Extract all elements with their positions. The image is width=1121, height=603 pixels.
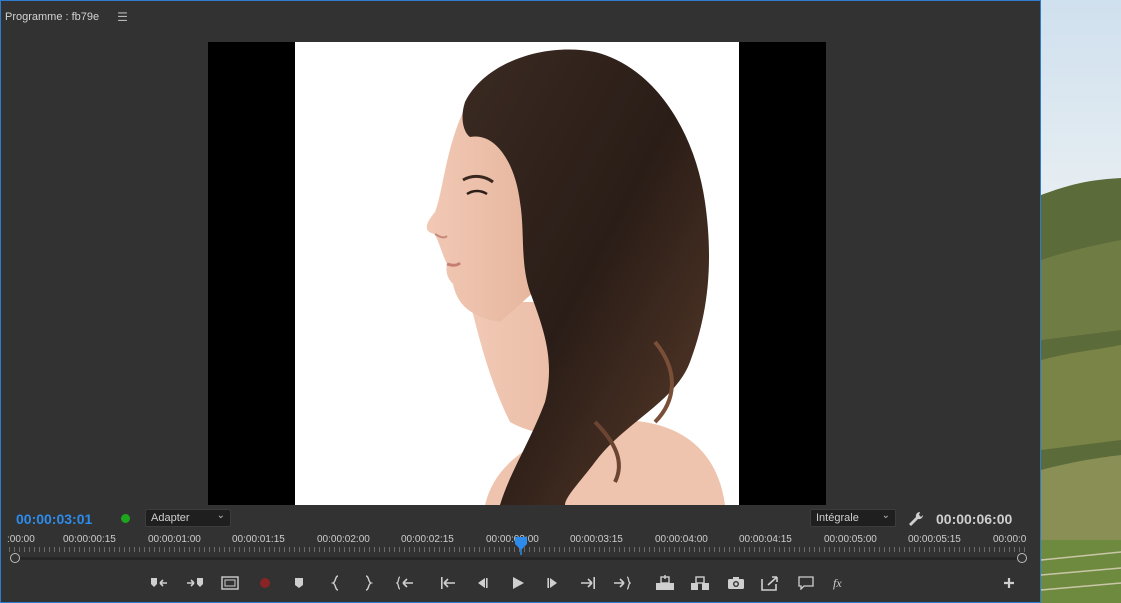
program-viewer[interactable]	[208, 42, 826, 505]
fx-icon[interactable]: fx	[829, 573, 851, 593]
safe-margins-icon[interactable]	[219, 573, 241, 593]
ruler-tick-label: :00:00	[7, 534, 35, 545]
video-frame	[295, 42, 739, 505]
ruler-tick-label: 00:00:01:15	[232, 534, 285, 545]
mark-in-icon[interactable]	[148, 573, 170, 593]
lift-icon[interactable]	[654, 573, 676, 593]
ruler-tick-label: 00:00:0	[993, 534, 1027, 545]
go-to-next-edit-icon[interactable]	[577, 573, 599, 593]
ruler-tick-label: 00:00:03:15	[570, 534, 623, 545]
status-dot-icon	[121, 514, 130, 523]
transport-controls: fx	[1, 570, 1040, 596]
mark-in-brace-icon[interactable]	[325, 573, 347, 593]
current-timecode[interactable]: 00:00:03:01	[16, 511, 92, 527]
playhead-icon[interactable]	[513, 535, 529, 555]
play-icon[interactable]	[507, 573, 529, 593]
go-to-in-icon[interactable]	[394, 573, 416, 593]
ruler-tick-label: 00:00:04:15	[739, 534, 792, 545]
compare-view-icon[interactable]	[759, 573, 781, 593]
monitor-control-bar: 00:00:03:01 Adapter ⌄ Intégrale ⌄ 00:00:…	[1, 508, 1040, 530]
program-monitor-panel: Programme : fb79e ☰ 00:00:03:01 Adapter …	[0, 0, 1041, 603]
go-to-out-icon[interactable]	[611, 573, 633, 593]
time-ruler[interactable]: :00:00 00:00:00:15 00:00:01:00 00:00:01:15 0…	[1, 533, 1040, 565]
ruler-tick-label: 00:00:05:00	[824, 534, 877, 545]
ruler-tick-label: 00:00:02:00	[317, 534, 370, 545]
step-forward-icon[interactable]	[542, 573, 564, 593]
zoom-level-value: Adapter	[151, 512, 190, 524]
panel-menu-icon[interactable]: ☰	[117, 10, 128, 24]
ruler-tick-label: 00:00:02:15	[401, 534, 454, 545]
panel-title[interactable]: Programme : fb79e	[5, 11, 99, 23]
ruler-tick-label: 00:00:05:15	[908, 534, 961, 545]
svg-text:fx: fx	[833, 576, 842, 590]
mark-out-brace-icon[interactable]	[357, 573, 379, 593]
duration-timecode: 00:00:06:00	[936, 511, 1013, 527]
zoom-scroll-bar[interactable]	[15, 557, 1021, 560]
record-icon[interactable]	[254, 573, 276, 593]
comment-icon[interactable]	[795, 573, 817, 593]
mark-out-icon[interactable]	[184, 573, 206, 593]
go-to-previous-edit-icon[interactable]	[437, 573, 459, 593]
playback-resolution-value: Intégrale	[816, 512, 859, 524]
add-marker-icon[interactable]	[288, 573, 310, 593]
ruler-tick-label: 00:00:00:15	[63, 534, 116, 545]
zoom-level-select[interactable]: Adapter ⌄	[145, 509, 231, 527]
zoom-handle-right[interactable]	[1017, 553, 1027, 563]
export-frame-icon[interactable]	[725, 573, 747, 593]
playback-resolution-select[interactable]: Intégrale ⌄	[810, 509, 896, 527]
chevron-down-icon: ⌄	[881, 510, 890, 521]
portrait-image	[426, 49, 725, 505]
chevron-down-icon: ⌄	[216, 510, 225, 521]
panel-header: Programme : fb79e ☰	[5, 9, 128, 25]
ruler-tick-label: 00:00:01:00	[148, 534, 201, 545]
step-back-icon[interactable]	[471, 573, 493, 593]
extract-icon[interactable]	[689, 573, 711, 593]
zoom-handle-left[interactable]	[10, 553, 20, 563]
background-landscape-image	[1041, 0, 1121, 603]
ruler-tick-label: 00:00:04:00	[655, 534, 708, 545]
wrench-icon[interactable]	[907, 510, 925, 528]
add-button-icon[interactable]	[998, 573, 1020, 593]
